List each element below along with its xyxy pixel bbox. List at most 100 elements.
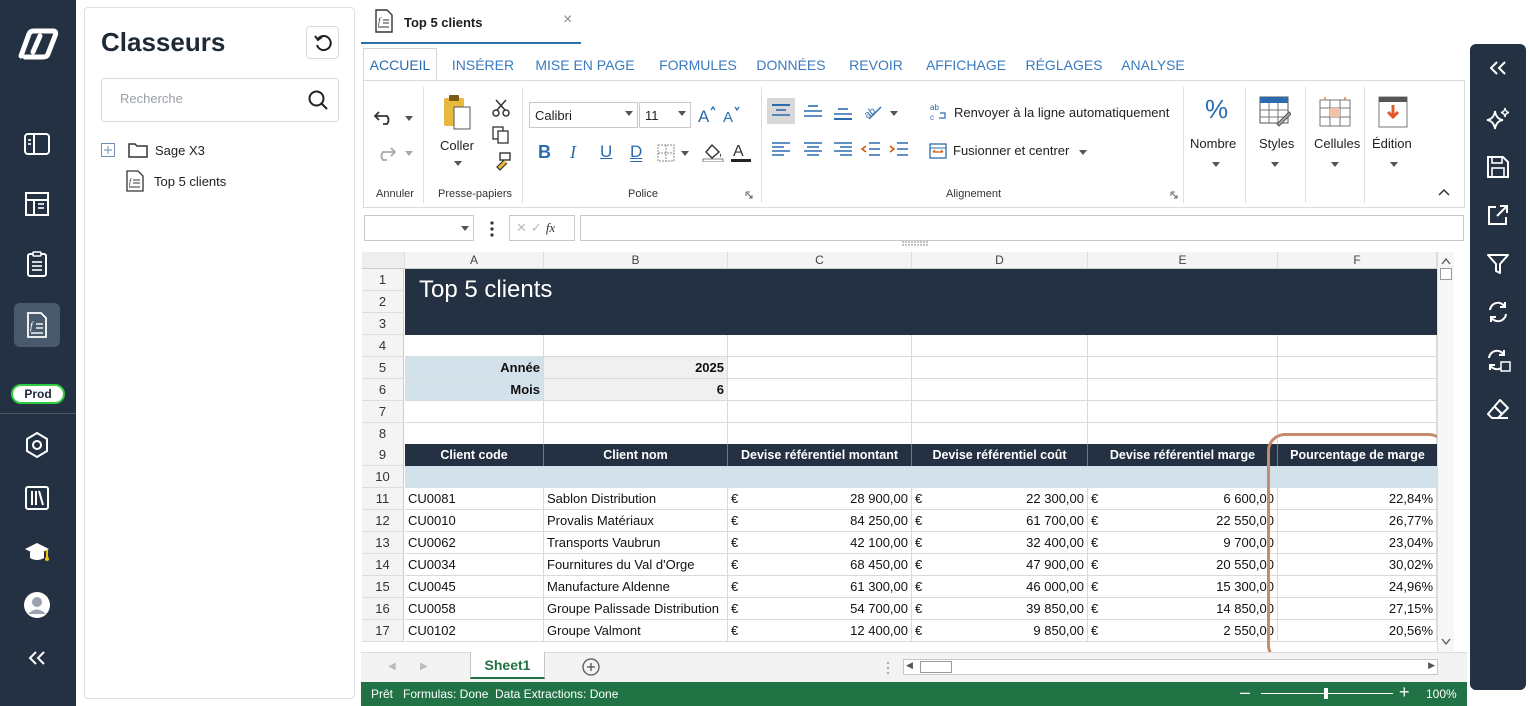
cells-icon[interactable] — [1319, 96, 1351, 128]
parameter-value[interactable]: 2025 — [544, 357, 728, 379]
table-cell[interactable]: Groupe Palissade Distribution — [544, 598, 728, 620]
table-cell[interactable]: 20,56% — [1278, 620, 1437, 642]
grid-cell[interactable] — [912, 379, 1088, 401]
table-header-cell[interactable]: Client code — [405, 444, 544, 466]
column-header[interactable]: D — [912, 252, 1088, 269]
orientation-dropdown-icon[interactable] — [890, 111, 898, 116]
grid-cell[interactable] — [405, 335, 544, 357]
font-size-select[interactable]: 11 — [639, 102, 691, 128]
table-cell[interactable]: €47 900,00 — [912, 554, 1088, 576]
table-cell[interactable]: CU0062 — [405, 532, 544, 554]
merge-dropdown-icon[interactable] — [1079, 150, 1087, 155]
grid-cell[interactable] — [912, 401, 1088, 423]
confirm-icon[interactable]: ✓ — [531, 220, 542, 236]
number-dropdown-icon[interactable] — [1212, 162, 1220, 167]
grid-cell[interactable] — [912, 423, 1088, 445]
styles-button[interactable]: Styles — [1259, 136, 1294, 151]
cells-button[interactable]: Cellules — [1314, 136, 1360, 151]
tab-accueil[interactable]: ACCUEIL — [363, 48, 437, 81]
tab-revoir[interactable]: REVOIR — [845, 48, 907, 81]
borders-dropdown-icon[interactable] — [681, 151, 689, 156]
select-all-corner[interactable] — [362, 252, 405, 269]
table-cell[interactable]: €28 900,00 — [728, 488, 912, 510]
row-header[interactable]: 11 — [362, 488, 404, 510]
table-cell[interactable]: 24,96% — [1278, 576, 1437, 598]
table-cell[interactable]: 26,77% — [1278, 510, 1437, 532]
nav-reports-button[interactable] — [14, 242, 60, 286]
nav-panel-button[interactable] — [14, 122, 60, 166]
table-cell[interactable]: CU0058 — [405, 598, 544, 620]
table-cell[interactable]: Manufacture Aldenne — [544, 576, 728, 598]
merge-center-icon[interactable] — [929, 143, 947, 159]
next-sheet-icon[interactable]: ▶ — [420, 661, 428, 672]
app-logo[interactable] — [14, 22, 60, 66]
editing-dropdown-icon[interactable] — [1390, 162, 1398, 167]
font-color-icon[interactable]: A — [730, 141, 752, 163]
table-cell[interactable]: CU0045 — [405, 576, 544, 598]
undo-dropdown-icon[interactable] — [405, 116, 413, 121]
collapse-ribbon-icon[interactable] — [1438, 188, 1450, 196]
row-header[interactable]: 10 — [362, 466, 404, 488]
grid-cell[interactable] — [1278, 335, 1437, 357]
parameter-label[interactable]: Mois — [405, 379, 544, 401]
row-header[interactable]: 8 — [362, 423, 404, 445]
font-name-select[interactable]: Calibri — [529, 102, 638, 128]
row-header[interactable]: 2 — [362, 291, 404, 313]
expand-panel-button[interactable] — [1482, 52, 1514, 84]
table-cell[interactable]: €9 850,00 — [912, 620, 1088, 642]
prev-sheet-icon[interactable]: ◀ — [388, 661, 396, 672]
horizontal-scrollbar[interactable]: ◀ ▶ — [903, 659, 1438, 675]
table-cell[interactable]: 30,02% — [1278, 554, 1437, 576]
grid-cell[interactable] — [912, 357, 1088, 379]
table-cell[interactable]: 22,84% — [1278, 488, 1437, 510]
table-cell[interactable]: €84 250,00 — [728, 510, 912, 532]
tab-donnees[interactable]: DONNÉES — [753, 48, 829, 81]
table-cell[interactable]: Sablon Distribution — [544, 488, 728, 510]
editing-button[interactable]: Édition — [1372, 136, 1412, 151]
table-cell[interactable]: €39 850,00 — [912, 598, 1088, 620]
column-header[interactable]: F — [1278, 252, 1437, 269]
nav-profile-button[interactable] — [14, 583, 60, 627]
add-sheet-icon[interactable] — [582, 658, 600, 676]
nav-library-button[interactable] — [14, 476, 60, 520]
refresh-all-button[interactable] — [1482, 344, 1514, 376]
table-cell[interactable]: €22 300,00 — [912, 488, 1088, 510]
grid-cell[interactable] — [1088, 379, 1278, 401]
table-cell[interactable]: €42 100,00 — [728, 532, 912, 554]
grid-cell[interactable] — [728, 423, 912, 445]
refresh-data-button[interactable] — [1482, 296, 1514, 328]
align-top-button[interactable] — [767, 98, 795, 124]
wrap-text-icon[interactable]: abc — [930, 102, 948, 122]
table-cell[interactable]: €22 550,00 — [1088, 510, 1278, 532]
search-input[interactable] — [120, 91, 300, 106]
export-button[interactable] — [1482, 199, 1514, 231]
table-cell[interactable]: CU0102 — [405, 620, 544, 642]
column-header[interactable]: E — [1088, 252, 1278, 269]
insert-function-button[interactable]: fx — [546, 220, 555, 236]
table-cell[interactable]: Fournitures du Val d'Orge — [544, 554, 728, 576]
row-header[interactable]: 6 — [362, 379, 404, 401]
tree-item-folder[interactable]: Sage X3 — [101, 142, 205, 158]
formula-input[interactable] — [580, 215, 1464, 241]
table-cell[interactable]: €15 300,00 — [1088, 576, 1278, 598]
number-format-button[interactable]: Nombre — [1190, 136, 1236, 151]
table-cell[interactable]: €32 400,00 — [912, 532, 1088, 554]
grid-cell[interactable] — [405, 423, 544, 445]
redo-icon[interactable] — [374, 145, 396, 161]
grid-cell[interactable] — [1278, 379, 1437, 401]
zoom-in-button[interactable]: + — [1399, 682, 1410, 703]
increase-indent-icon[interactable] — [889, 142, 909, 158]
row-header[interactable]: 5 — [362, 357, 404, 379]
nav-dashboard-button[interactable] — [14, 182, 60, 226]
cells-dropdown-icon[interactable] — [1331, 162, 1339, 167]
table-cell[interactable]: €61 300,00 — [728, 576, 912, 598]
decrease-font-icon[interactable]: A — [722, 105, 742, 125]
parameter-label[interactable]: Année — [405, 357, 544, 379]
grid-cell[interactable] — [912, 335, 1088, 357]
row-header[interactable]: 1 — [362, 269, 404, 291]
nav-workbooks-button[interactable]: f — [14, 303, 60, 347]
align-middle-icon[interactable] — [803, 105, 823, 119]
column-header[interactable]: C — [728, 252, 912, 269]
borders-icon[interactable] — [657, 144, 675, 162]
filter-button[interactable] — [1482, 248, 1514, 280]
